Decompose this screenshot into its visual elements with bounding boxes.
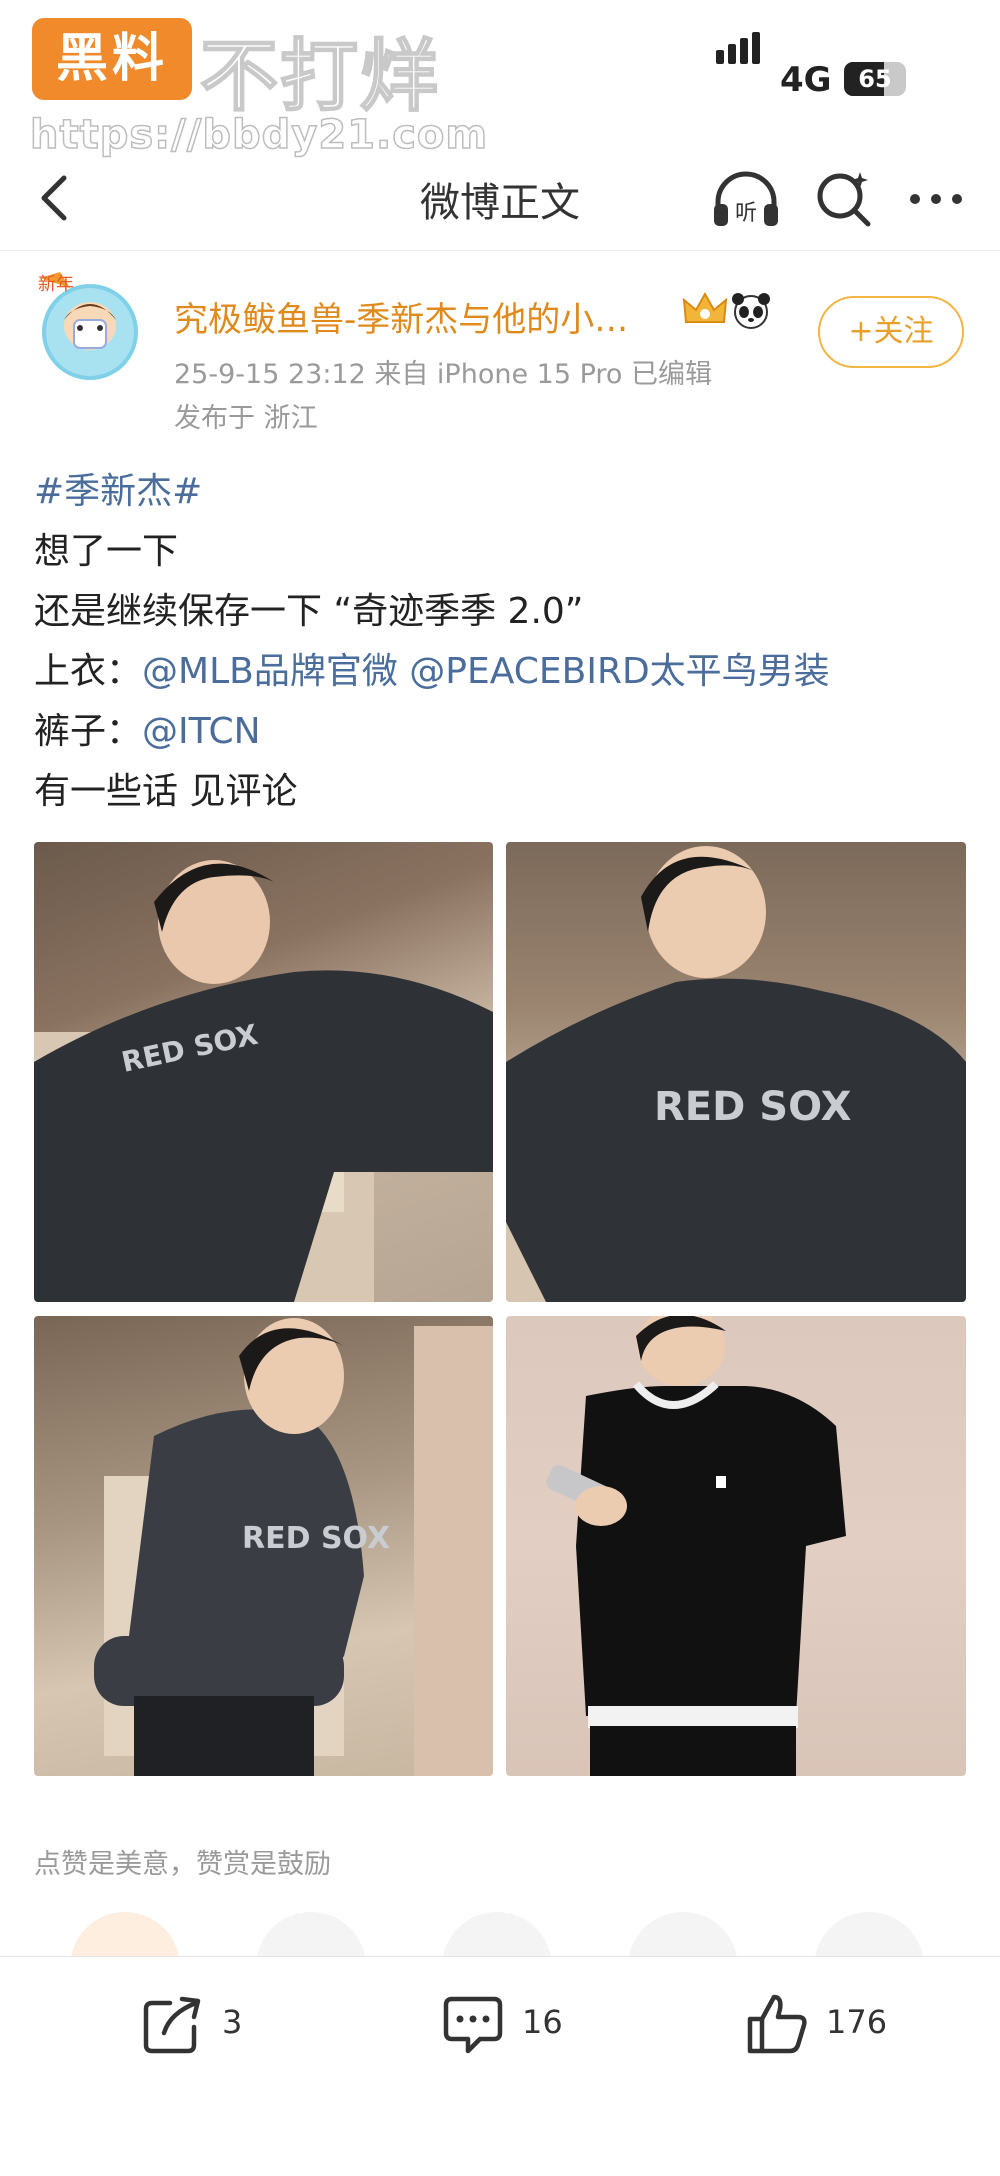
panda-icon <box>730 290 772 332</box>
status-bar: 08:61 黑料 不打烊 https://bbdy21.com 4G 65 <box>0 0 1000 159</box>
mention-link[interactable]: @ITCN <box>142 711 261 752</box>
mention-link[interactable]: @MLB品牌官微 <box>142 651 398 692</box>
shirt-text: RED SOX <box>654 1084 852 1130</box>
post-photo-2[interactable]: RED SOX <box>506 842 966 1302</box>
like-count: 176 <box>826 2003 888 2041</box>
reward-options <box>0 1912 1000 1956</box>
search-button[interactable] <box>812 166 878 232</box>
thumbs-up-icon <box>747 1994 807 2054</box>
comment-icon <box>443 1996 503 2054</box>
listen-button[interactable]: 听 <box>708 164 784 234</box>
reward-option[interactable] <box>442 1912 552 1956</box>
reward-option[interactable] <box>256 1912 366 1956</box>
shirt-text: RED SOX <box>242 1521 390 1556</box>
comment-button[interactable]: 16 <box>440 1991 590 2061</box>
top-label: 上衣： <box>34 651 143 692</box>
repost-count: 3 <box>222 2003 243 2041</box>
watermark-text: 不打烊 <box>199 31 441 123</box>
like-button[interactable]: 176 <box>744 1991 904 2061</box>
repost-button[interactable]: 3 <box>140 1991 270 2061</box>
post-photo-4[interactable] <box>506 1316 966 1776</box>
post-content: #季新杰# 想了一下 还是继续保存一下 “奇迹季季 2.0” 上衣：@MLB品牌… <box>34 462 974 822</box>
author-name[interactable]: 究极鲅鱼兽-季新杰与他的小… <box>174 292 628 341</box>
svg-text:听: 听 <box>735 201 757 226</box>
reward-option[interactable] <box>70 1912 180 1956</box>
svg-text:新年: 新年 <box>38 274 74 295</box>
battery-level: 65 <box>858 65 892 93</box>
avatar[interactable]: 新年 <box>30 268 146 384</box>
nav-divider <box>0 250 1000 251</box>
bottom-action-bar: 3 16 176 <box>0 1956 1000 2176</box>
post-photo-3[interactable]: RED SOX <box>34 1316 493 1776</box>
watermark-badge: 黑料 <box>32 18 192 100</box>
headphones-listen-icon: 听 <box>714 171 778 226</box>
follow-button[interactable]: +关注 <box>818 296 964 368</box>
repost-icon <box>143 1996 201 2054</box>
post-line: 想了一下 <box>34 531 179 572</box>
reward-option[interactable] <box>628 1912 738 1956</box>
vip-crown-icon <box>680 290 730 330</box>
comment-count: 16 <box>522 2003 563 2041</box>
nav-bar: 微博正文 听 <box>0 150 1000 250</box>
reward-option[interactable] <box>814 1912 924 1956</box>
network-type: 4G <box>780 60 832 100</box>
hashtag-link[interactable]: #季新杰# <box>34 471 202 512</box>
post-photo-1[interactable]: RED SOX <box>34 842 493 1302</box>
reward-hint: 点赞是美意，赞赏是鼓励 <box>34 1849 331 1880</box>
mention-link[interactable]: @PEACEBIRD太平鸟男装 <box>409 651 829 692</box>
battery-icon: 65 <box>844 62 906 96</box>
more-button[interactable] <box>904 170 968 226</box>
search-icon <box>817 172 871 227</box>
post-line: 还是继续保存一下 “奇迹季季 2.0” <box>34 591 584 632</box>
post-line: 有一些话 见评论 <box>34 771 298 812</box>
post-meta: 25-9-15 23:12 来自 iPhone 15 Pro 已编辑 <box>174 359 713 390</box>
pants-label: 裤子： <box>34 711 143 752</box>
post-location: 发布于 浙江 <box>174 403 318 434</box>
